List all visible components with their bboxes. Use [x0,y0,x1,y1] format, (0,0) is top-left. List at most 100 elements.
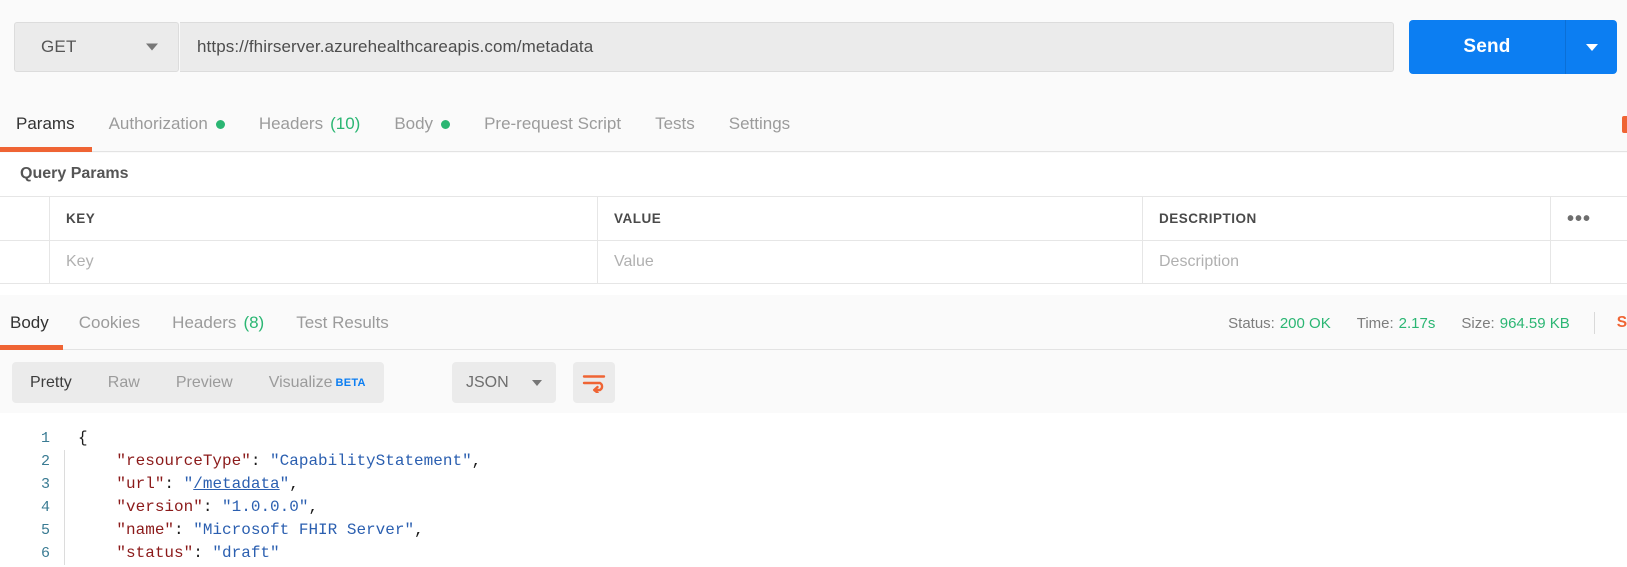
postman-request-response-pane: GET https://fhirserver.azurehealthcareap… [0,0,1627,567]
response-tab-headers-count: (8) [243,313,265,332]
wrap-text-button[interactable] [573,362,615,403]
view-mode-preview-label: Preview [175,373,233,391]
time-badge[interactable]: Time: 2.17s [1357,315,1436,332]
query-params-title: Query Params [20,165,129,182]
code-token-str: "Microsoft FHIR Server" [193,521,415,539]
code-token-punct: : [174,521,194,539]
size-badge[interactable]: Size: 964.59 KB [1461,315,1569,332]
code-token-punct: : [164,475,184,493]
view-mode-raw-label: Raw [107,373,140,391]
response-tab-test-results[interactable]: Test Results [280,296,405,350]
response-format-select[interactable]: JSON [452,362,556,403]
chevron-down-icon [1585,43,1598,51]
view-mode-pretty[interactable]: Pretty [12,362,90,403]
param-description-input[interactable]: Description [1143,241,1551,283]
row-actions-cell[interactable] [1551,241,1627,283]
url-input[interactable]: https://fhirserver.azurehealthcareapis.c… [180,22,1394,72]
send-button[interactable]: Send [1409,20,1565,74]
code-text: "version": "1.0.0.0", [65,496,318,519]
size-value: 964.59 KB [1499,314,1570,332]
save-response-link[interactable]: Save [1617,314,1627,332]
param-key-input[interactable]: Key [50,241,598,283]
view-mode-preview[interactable]: Preview [158,362,251,403]
response-tabs-bar: Body Cookies Headers (8) Test Results St… [0,296,1627,350]
response-meta: Status: 200 OK Time: 2.17s Size: 964.59 KB … [1202,296,1627,350]
size-label: Size: [1461,314,1495,332]
tab-headers-label: Headers [258,114,324,133]
line-number: 1 [40,430,50,447]
tab-headers[interactable]: Headers (10) [242,96,378,152]
column-header-key: KEY [50,197,598,240]
code-token-punct: , [289,475,299,493]
code-token-key: "url" [116,475,165,493]
code-lines: 1{2 "resourceType": "CapabilityStatement… [0,427,1627,565]
status-value: 200 OK [1279,314,1331,332]
response-tab-cookies[interactable]: Cookies [63,296,156,350]
code-token-link[interactable]: /metadata [193,475,279,493]
meta-divider [1593,312,1595,334]
code-line: 3 "url": "/metadata", [0,473,1627,496]
ellipsis-icon: ••• [1567,207,1592,230]
response-tab-cookies-label: Cookies [78,313,141,332]
response-tab-body[interactable]: Body [0,296,63,350]
bulk-edit-button[interactable]: ••• [1551,197,1627,240]
beta-badge: BETA [335,376,366,389]
code-text: "status": "draft" [65,542,280,565]
send-options-button[interactable] [1565,20,1617,74]
http-method-select[interactable]: GET [14,22,179,72]
code-line: 6 "status": "draft" [0,542,1627,565]
tab-headers-count: (10) [330,114,361,133]
select-all-checkbox-cell[interactable] [0,197,50,240]
code-token-punct: , [308,498,319,516]
view-mode-raw[interactable]: Raw [90,362,158,403]
line-number: 6 [40,545,50,562]
url-bar: GET https://fhirserver.azurehealthcareap… [0,0,1627,95]
tab-authorization[interactable]: Authorization [92,96,242,152]
tab-settings[interactable]: Settings [712,96,807,152]
code-token-str: " [183,475,194,493]
line-number: 4 [40,499,50,516]
tab-params-label: Params [16,114,75,133]
response-tab-body-label: Body [10,313,49,332]
tab-body[interactable]: Body [377,96,467,152]
tab-tests[interactable]: Tests [638,96,712,152]
column-header-description: DESCRIPTION [1143,197,1551,240]
code-line: 4 "version": "1.0.0.0", [0,496,1627,519]
line-number: 5 [40,522,50,539]
status-dot-icon [215,119,225,129]
code-line: 5 "name": "Microsoft FHIR Server", [0,519,1627,542]
tab-pre-request-script[interactable]: Pre-request Script [467,96,638,152]
code-token-key: "name" [116,521,175,539]
param-value-input[interactable]: Value [598,241,1143,283]
response-tab-headers[interactable]: Headers (8) [156,296,280,350]
table-header-row: KEY VALUE DESCRIPTION ••• [0,196,1627,240]
code-token-punct: : [250,452,271,470]
code-token-str: " [279,475,290,493]
status-label: Status: [1228,314,1275,332]
code-text: { [65,427,88,450]
tab-authorization-label: Authorization [108,114,208,133]
tab-body-label: Body [394,114,434,133]
code-token-str: "draft" [212,544,280,562]
code-token-punct: : [202,498,223,516]
code-text: "resourceType": "CapabilityStatement", [65,450,481,473]
tab-params[interactable]: Params [0,96,92,152]
status-badge[interactable]: Status: 200 OK [1228,315,1331,332]
url-input-value: https://fhirserver.azurehealthcareapis.c… [197,37,594,56]
time-value: 2.17s [1398,314,1436,332]
cookies-link-edge[interactable] [1622,116,1627,133]
tab-tests-label: Tests [655,114,695,133]
response-body-code[interactable]: 1{2 "resourceType": "CapabilityStatement… [0,413,1627,567]
view-mode-visualize[interactable]: Visualize BETA [251,362,384,403]
response-tabs: Body Cookies Headers (8) Test Results [0,296,405,350]
row-checkbox-cell[interactable] [0,241,50,283]
view-mode-group: Pretty Raw Preview Visualize BETA [12,362,384,403]
response-tab-headers-label: Headers [172,313,237,332]
code-token-str: "CapabilityStatement" [270,452,472,470]
line-number: 3 [40,476,50,493]
code-token-str: "1.0.0.0" [222,498,309,516]
time-label: Time: [1356,314,1394,332]
column-header-value: VALUE [598,197,1143,240]
tab-settings-label: Settings [728,114,791,133]
tab-pre-request-script-label: Pre-request Script [484,114,622,133]
